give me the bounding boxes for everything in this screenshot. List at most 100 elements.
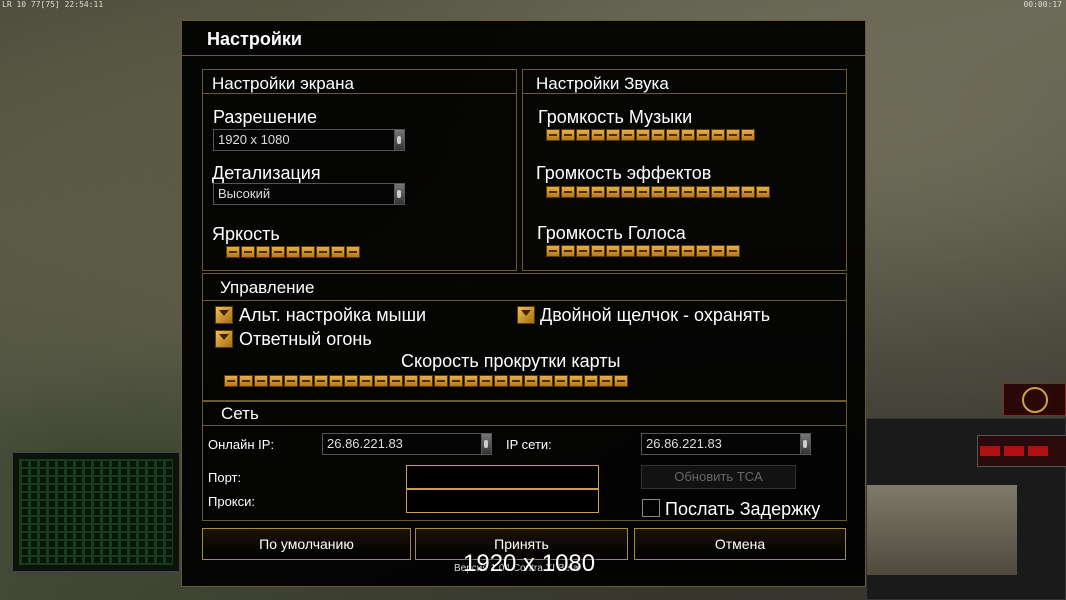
slider-segment[interactable] <box>449 375 463 387</box>
slider-segment[interactable] <box>636 129 650 141</box>
slider-segment[interactable] <box>434 375 448 387</box>
slider-segment[interactable] <box>651 186 665 198</box>
slider-segment[interactable] <box>389 375 403 387</box>
slider-segment[interactable] <box>419 375 433 387</box>
detail-dropdown[interactable]: Высокий <box>213 183 405 205</box>
slider-segment[interactable] <box>226 246 240 258</box>
slider-segment[interactable] <box>651 129 665 141</box>
cancel-button[interactable]: Отмена <box>634 528 846 560</box>
slider-segment[interactable] <box>591 186 605 198</box>
slider-segment[interactable] <box>606 129 620 141</box>
slider-segment[interactable] <box>299 375 313 387</box>
slider-segment[interactable] <box>254 375 268 387</box>
slider-segment[interactable] <box>696 129 710 141</box>
slider-segment[interactable] <box>606 186 620 198</box>
slider-segment[interactable] <box>726 129 740 141</box>
slider-segment[interactable] <box>621 186 635 198</box>
voice-volume-slider[interactable] <box>546 245 741 258</box>
slider-segment[interactable] <box>584 375 598 387</box>
slider-segment[interactable] <box>546 186 560 198</box>
slider-segment[interactable] <box>681 245 695 257</box>
chevron-down-icon[interactable] <box>481 434 491 454</box>
slider-segment[interactable] <box>696 186 710 198</box>
slider-segment[interactable] <box>404 375 418 387</box>
slider-segment[interactable] <box>561 186 575 198</box>
slider-segment[interactable] <box>741 186 755 198</box>
slider-segment[interactable] <box>681 186 695 198</box>
slider-segment[interactable] <box>711 245 725 257</box>
slider-segment[interactable] <box>554 375 568 387</box>
effects-volume-slider[interactable] <box>546 186 771 199</box>
slider-segment[interactable] <box>711 186 725 198</box>
slider-segment[interactable] <box>666 245 680 257</box>
lan-ip-dropdown[interactable]: 26.86.221.83 <box>641 433 811 455</box>
slider-segment[interactable] <box>331 246 345 258</box>
slider-segment[interactable] <box>561 245 575 257</box>
slider-segment[interactable] <box>524 375 538 387</box>
slider-segment[interactable] <box>464 375 478 387</box>
slider-segment[interactable] <box>636 186 650 198</box>
slider-segment[interactable] <box>561 129 575 141</box>
slider-segment[interactable] <box>286 246 300 258</box>
slider-segment[interactable] <box>314 375 328 387</box>
slider-segment[interactable] <box>606 245 620 257</box>
slider-segment[interactable] <box>621 129 635 141</box>
slider-segment[interactable] <box>374 375 388 387</box>
slider-segment[interactable] <box>756 186 770 198</box>
radar-icon[interactable] <box>1003 383 1066 416</box>
slider-segment[interactable] <box>329 375 343 387</box>
slider-segment[interactable] <box>599 375 613 387</box>
slider-segment[interactable] <box>741 129 755 141</box>
slider-segment[interactable] <box>346 246 360 258</box>
music-volume-slider[interactable] <box>546 129 756 142</box>
slider-segment[interactable] <box>711 129 725 141</box>
slider-segment[interactable] <box>666 186 680 198</box>
resolution-dropdown[interactable]: 1920 x 1080 <box>213 129 405 151</box>
scroll-speed-slider[interactable] <box>224 375 629 388</box>
slider-segment[interactable] <box>494 375 508 387</box>
slider-segment[interactable] <box>344 375 358 387</box>
slider-segment[interactable] <box>666 129 680 141</box>
default-button[interactable]: По умолчанию <box>202 528 411 560</box>
slider-segment[interactable] <box>569 375 583 387</box>
chevron-down-icon[interactable] <box>800 434 810 454</box>
slider-segment[interactable] <box>284 375 298 387</box>
slider-segment[interactable] <box>576 186 590 198</box>
slider-segment[interactable] <box>726 186 740 198</box>
slider-segment[interactable] <box>301 246 315 258</box>
port-input[interactable] <box>406 465 599 489</box>
slider-segment[interactable] <box>256 246 270 258</box>
return-fire-checkbox[interactable] <box>215 330 233 348</box>
send-delay-checkbox[interactable] <box>642 499 660 517</box>
chevron-down-icon[interactable] <box>394 130 404 150</box>
slider-segment[interactable] <box>546 129 560 141</box>
online-ip-dropdown[interactable]: 26.86.221.83 <box>322 433 492 455</box>
slider-segment[interactable] <box>546 245 560 257</box>
slider-segment[interactable] <box>316 246 330 258</box>
slider-segment[interactable] <box>479 375 493 387</box>
slider-segment[interactable] <box>681 129 695 141</box>
slider-segment[interactable] <box>591 245 605 257</box>
slider-segment[interactable] <box>239 375 253 387</box>
slider-segment[interactable] <box>224 375 238 387</box>
slider-segment[interactable] <box>651 245 665 257</box>
slider-segment[interactable] <box>269 375 283 387</box>
slider-segment[interactable] <box>241 246 255 258</box>
slider-segment[interactable] <box>726 245 740 257</box>
proxy-input[interactable] <box>406 489 599 513</box>
slider-segment[interactable] <box>696 245 710 257</box>
slider-segment[interactable] <box>271 246 285 258</box>
slider-segment[interactable] <box>359 375 373 387</box>
slider-segment[interactable] <box>636 245 650 257</box>
slider-segment[interactable] <box>621 245 635 257</box>
slider-segment[interactable] <box>539 375 553 387</box>
brightness-slider[interactable] <box>226 246 361 259</box>
slider-segment[interactable] <box>614 375 628 387</box>
slider-segment[interactable] <box>576 129 590 141</box>
slider-segment[interactable] <box>591 129 605 141</box>
update-tca-button[interactable]: Обновить TCA <box>641 465 796 489</box>
slider-segment[interactable] <box>509 375 523 387</box>
double-click-checkbox[interactable] <box>517 306 535 324</box>
slider-segment[interactable] <box>576 245 590 257</box>
alt-mouse-checkbox[interactable] <box>215 306 233 324</box>
